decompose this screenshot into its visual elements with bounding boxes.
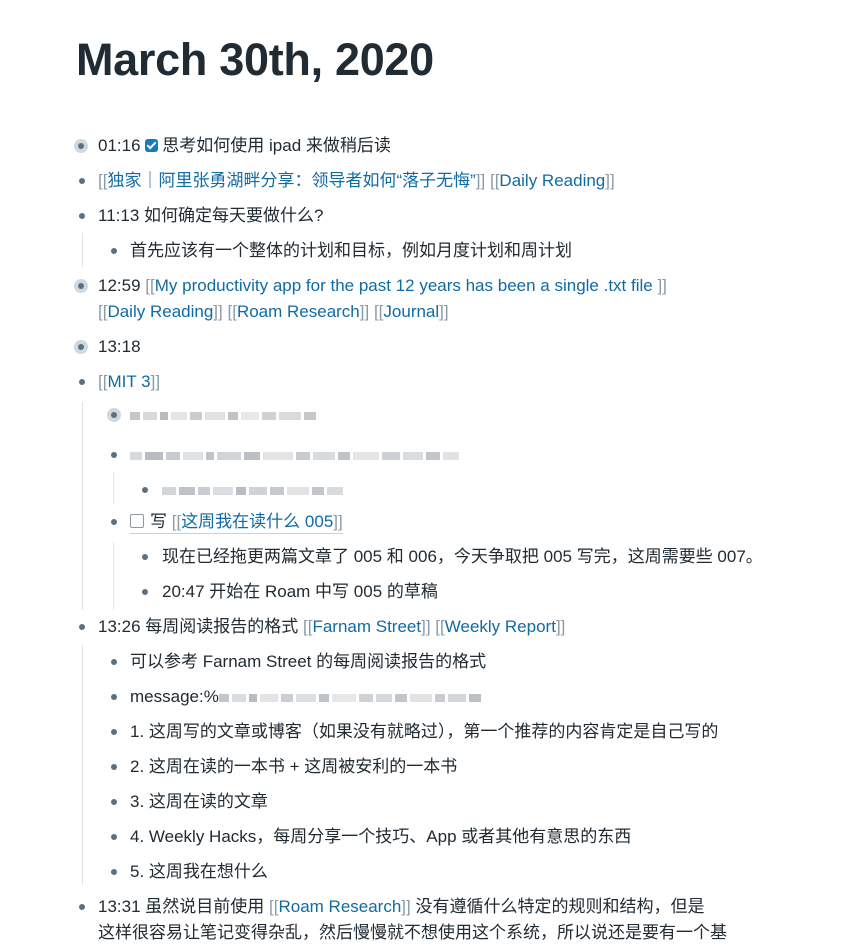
block-bullet[interactable] bbox=[111, 869, 117, 875]
block-bullet[interactable] bbox=[78, 344, 84, 350]
bracket: [[ bbox=[171, 512, 182, 531]
block-text: 13:26 每周阅读报告的格式 bbox=[98, 617, 299, 636]
bracket: [[ bbox=[227, 302, 237, 321]
page-link[interactable]: Journal bbox=[383, 302, 439, 321]
block-message[interactable]: message:% bbox=[130, 684, 484, 711]
block-bullet[interactable] bbox=[111, 799, 117, 805]
todo-checked-checkbox[interactable] bbox=[145, 139, 159, 152]
bracket: ]] bbox=[213, 302, 223, 321]
bracket: [[ bbox=[145, 276, 155, 295]
bracket: ]] bbox=[333, 512, 343, 531]
redacted-block[interactable] bbox=[130, 402, 319, 429]
block-bullet[interactable] bbox=[111, 764, 117, 770]
block-child[interactable]: 3. 这周在读的文章 bbox=[130, 789, 268, 815]
block-bullet[interactable] bbox=[79, 379, 85, 385]
block-bullet[interactable] bbox=[111, 694, 117, 700]
block-bullet[interactable] bbox=[111, 452, 117, 458]
page-link[interactable]: Farnam Street bbox=[312, 617, 421, 636]
block-0116[interactable]: 01:16 思考如何使用 ipad 来做稍后读 bbox=[98, 133, 391, 159]
block-1259[interactable]: 12:59 [[My productivity app for the past… bbox=[98, 273, 667, 299]
page-link[interactable]: 这周我在读什么 005 bbox=[181, 512, 333, 531]
block-text: 写 bbox=[150, 512, 167, 531]
block-child[interactable]: 4. Weekly Hacks，每周分享一个技巧、App 或者其他有意思的东西 bbox=[130, 824, 631, 850]
bracket: ]] bbox=[605, 171, 615, 190]
block-text: 没有遵循什么特定的规则和结构，但是 bbox=[415, 897, 705, 916]
redacted-block[interactable] bbox=[162, 477, 346, 504]
block-child[interactable]: 20:47 开始在 Roam 中写 005 的草稿 bbox=[162, 579, 438, 605]
bracket: ]] bbox=[421, 617, 431, 636]
block-1331-line2[interactable]: 这样很容易让笔记变得杂乱，然后慢慢就不想使用这个系统，所以说还是要有一个基 bbox=[98, 920, 727, 946]
block-text: 虽然说目前使用 bbox=[145, 897, 265, 916]
block-bullet[interactable] bbox=[78, 283, 84, 289]
todo-line: 写 [[这周我在读什么 005]] bbox=[130, 512, 343, 534]
block-bullet[interactable] bbox=[111, 519, 117, 525]
page-link[interactable]: Daily Reading bbox=[499, 171, 605, 190]
block-bullet[interactable] bbox=[111, 412, 117, 418]
block-text: message:% bbox=[130, 687, 219, 706]
redacted-text bbox=[130, 443, 462, 469]
block-1326[interactable]: 13:26 每周阅读报告的格式 [[Farnam Street]] [[Week… bbox=[98, 614, 565, 640]
page-link[interactable]: Roam Research bbox=[237, 302, 360, 321]
page-link[interactable]: MIT 3 bbox=[107, 372, 150, 391]
block-child[interactable]: 首先应该有一个整体的计划和目标，例如月度计划和周计划 bbox=[130, 238, 572, 264]
bracket: ]] bbox=[150, 372, 161, 391]
children-guide-line bbox=[82, 645, 83, 885]
page-link[interactable]: 独家｜阿里张勇湖畔分享：领导者如何“落子无悔” bbox=[107, 171, 475, 190]
block-time: 01:16 bbox=[98, 136, 141, 155]
block-1113[interactable]: 11:13 如何确定每天要做什么? bbox=[98, 203, 323, 229]
block-bullet[interactable] bbox=[79, 904, 85, 910]
block-child[interactable]: 可以参考 Farnam Street 的每周阅读报告的格式 bbox=[130, 649, 486, 675]
block-mit3[interactable]: [[MIT 3]] bbox=[98, 369, 160, 395]
block-bullet[interactable] bbox=[111, 729, 117, 735]
children-guide-line bbox=[82, 402, 83, 610]
bracket: [[ bbox=[373, 302, 384, 321]
block-bullet[interactable] bbox=[79, 624, 85, 630]
block-bullet[interactable] bbox=[142, 554, 148, 560]
bracket: ]] bbox=[359, 302, 370, 321]
block-child[interactable]: 现在已经拖更两篇文章了 005 和 006，今天争取把 005 写完，这周需要些… bbox=[162, 544, 763, 570]
block-bullet[interactable] bbox=[111, 659, 117, 665]
redacted-text bbox=[130, 403, 319, 429]
bracket: ]] bbox=[475, 171, 486, 190]
redacted-text bbox=[218, 685, 484, 711]
block-references[interactable]: [[独家｜阿里张勇湖畔分享：领导者如何“落子无悔”]] [[Daily Read… bbox=[98, 168, 615, 194]
block-1331[interactable]: 13:31 虽然说目前使用 [[Roam Research]] 没有遵循什么特定… bbox=[98, 894, 704, 920]
todo-unchecked-checkbox[interactable] bbox=[130, 514, 144, 528]
page-link[interactable]: My productivity app for the past 12 year… bbox=[155, 276, 658, 295]
block-child[interactable]: 5. 这周我在想什么 bbox=[130, 859, 268, 885]
block-bullet[interactable] bbox=[79, 213, 85, 219]
page-link[interactable]: Daily Reading bbox=[107, 302, 213, 321]
redacted-text bbox=[162, 478, 346, 504]
block-todo-write[interactable]: 写 [[这周我在读什么 005]] bbox=[130, 509, 343, 535]
children-guide-line bbox=[113, 472, 114, 504]
block-1259-line2[interactable]: [[Daily Reading]] [[Roam Research]] [[Jo… bbox=[98, 299, 449, 325]
block-bullet[interactable] bbox=[142, 487, 148, 493]
block-time: 12:59 bbox=[98, 276, 141, 295]
block-child[interactable]: 1. 这周写的文章或博客（如果没有就略过），第一个推荐的内容肯定是自己写的 bbox=[130, 719, 718, 745]
block-child[interactable]: 2. 这周在读的一本书 + 这周被安利的一本书 bbox=[130, 754, 457, 780]
bracket: [[ bbox=[489, 171, 500, 190]
page-link[interactable]: Roam Research bbox=[278, 897, 401, 916]
bracket: ]] bbox=[401, 897, 411, 916]
block-bullet[interactable] bbox=[111, 248, 117, 254]
bracket: ]] bbox=[439, 302, 449, 321]
block-bullet[interactable] bbox=[111, 834, 117, 840]
block-text: 思考如何使用 ipad 来做稍后读 bbox=[162, 136, 391, 155]
children-guide-line bbox=[82, 233, 83, 267]
page-title: March 30th, 2020 bbox=[76, 34, 434, 85]
block-time: 13:31 bbox=[98, 897, 141, 916]
redacted-block[interactable] bbox=[130, 442, 462, 469]
block-bullet[interactable] bbox=[78, 143, 84, 149]
bracket: ]] bbox=[657, 276, 667, 295]
block-bullet[interactable] bbox=[79, 178, 85, 184]
block-1318[interactable]: 13:18 bbox=[98, 334, 141, 360]
children-guide-line bbox=[113, 542, 114, 610]
block-bullet[interactable] bbox=[142, 589, 148, 595]
page-link[interactable]: Weekly Report bbox=[445, 617, 556, 636]
bracket: [[ bbox=[435, 617, 445, 636]
bracket: ]] bbox=[555, 617, 566, 636]
